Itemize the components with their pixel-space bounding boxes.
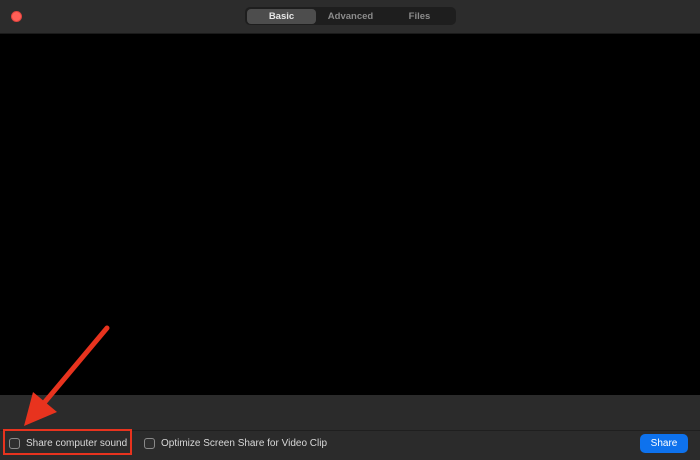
optimize-video-label: Optimize Screen Share for Video Clip bbox=[161, 437, 328, 449]
title-bar: Basic Advanced Files bbox=[0, 0, 700, 34]
tab-basic[interactable]: Basic bbox=[247, 8, 316, 24]
share-screen-window: Basic Advanced Files Share computer soun… bbox=[0, 0, 700, 460]
annotation-highlight-box bbox=[3, 429, 132, 455]
close-window-button[interactable] bbox=[11, 11, 22, 22]
tab-advanced[interactable]: Advanced bbox=[316, 9, 385, 24]
tab-bar: Basic Advanced Files bbox=[245, 7, 456, 25]
share-button[interactable]: Share bbox=[640, 434, 688, 453]
tab-files[interactable]: Files bbox=[385, 9, 454, 24]
share-preview-area[interactable] bbox=[0, 34, 700, 395]
optimize-video-option[interactable]: Optimize Screen Share for Video Clip bbox=[144, 436, 327, 450]
optimize-video-checkbox[interactable] bbox=[144, 437, 155, 449]
